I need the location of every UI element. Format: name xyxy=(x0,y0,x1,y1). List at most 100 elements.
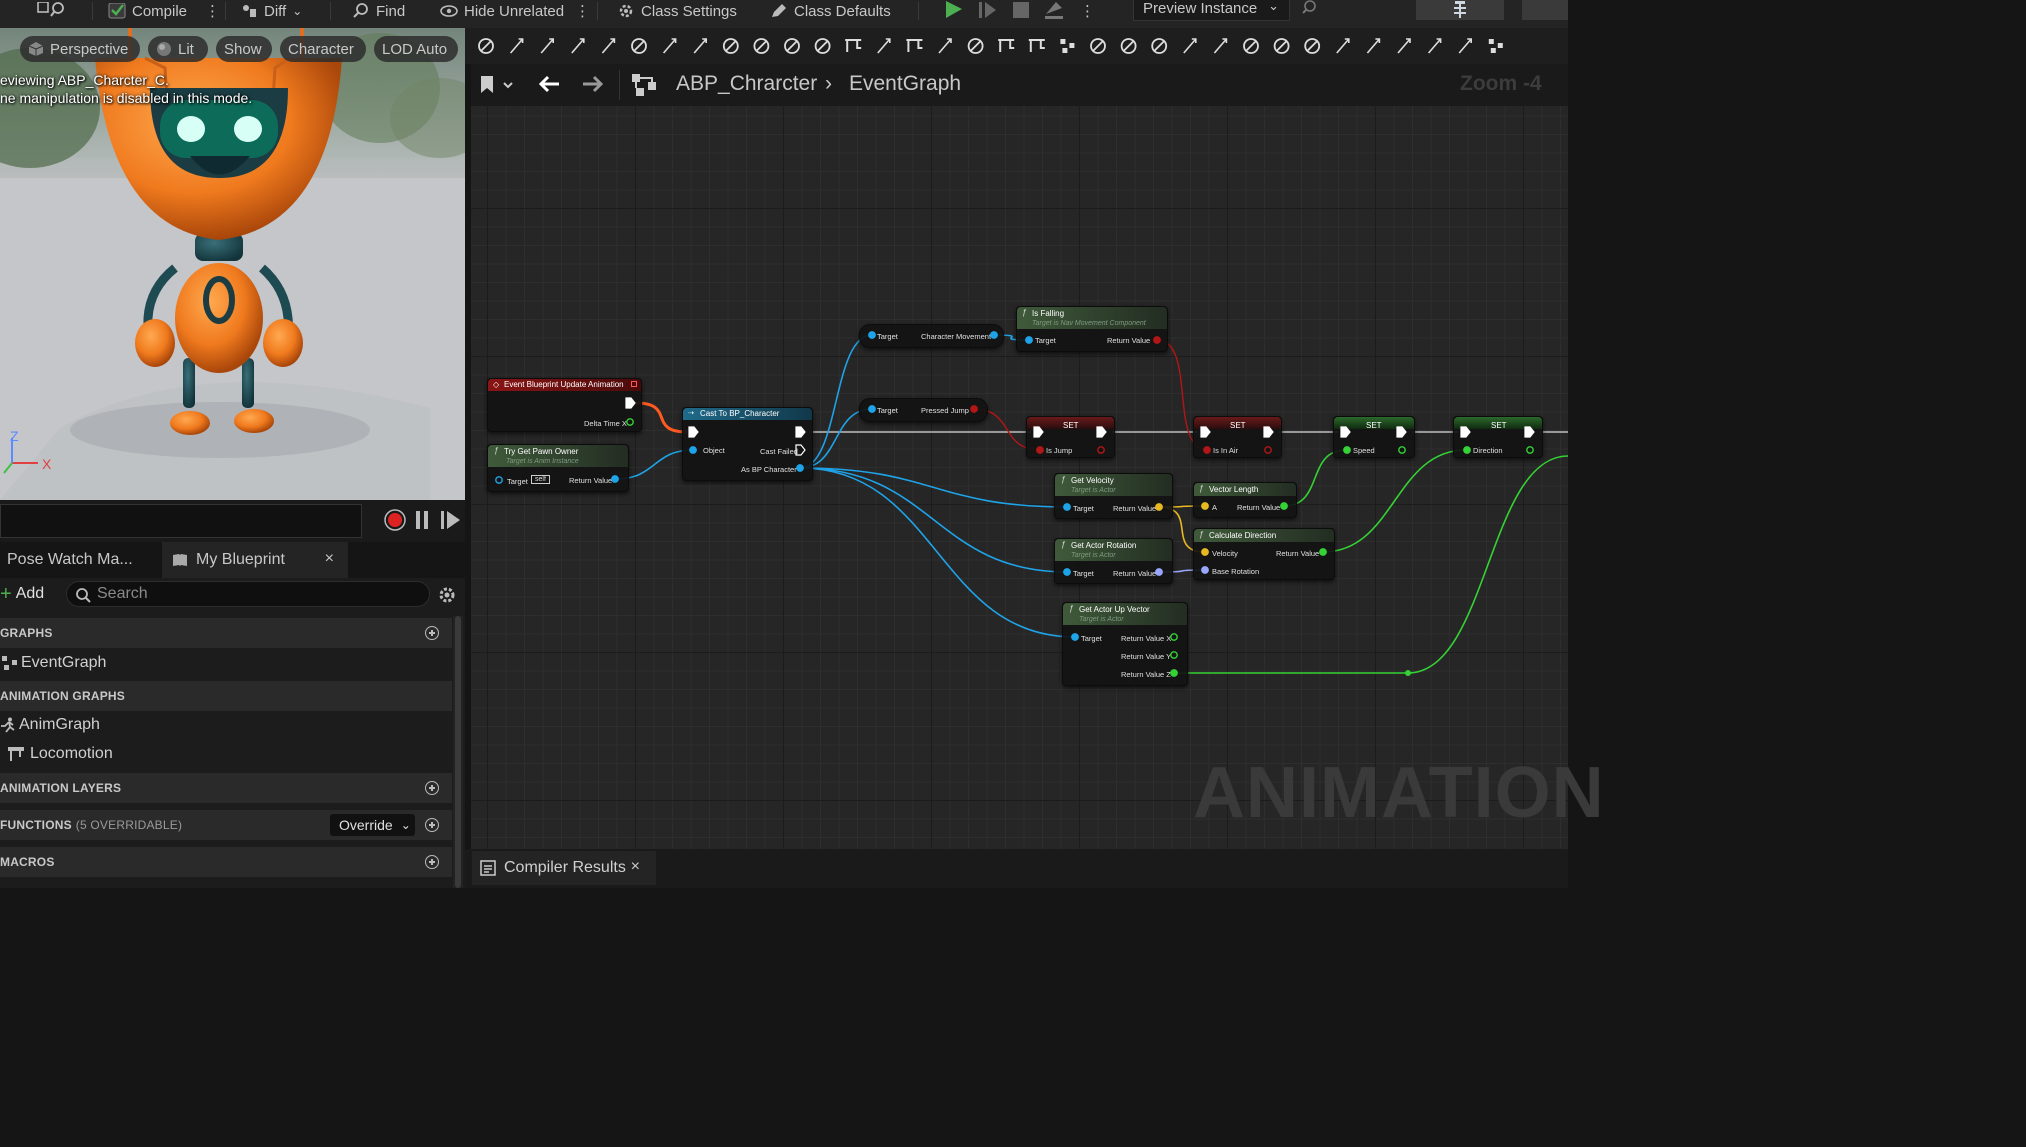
sidebar-item-eventgraph[interactable]: EventGraph xyxy=(0,649,452,677)
palette-icons[interactable] xyxy=(465,28,1568,64)
record-icon[interactable] xyxy=(384,509,406,531)
node-set-direction[interactable]: SET Direction xyxy=(1453,416,1543,458)
hide-unrelated-button[interactable]: Hide Unrelated xyxy=(440,0,564,22)
class-settings-button[interactable]: Class Settings xyxy=(617,0,737,22)
tab-pose-watch[interactable]: Pose Watch Ma... xyxy=(0,542,162,578)
category-animation-graphs[interactable]: ANIMATION GRAPHS xyxy=(0,681,452,711)
palette-node-icon[interactable] xyxy=(662,38,677,54)
play-icon[interactable] xyxy=(942,0,966,20)
palette-node-icon[interactable] xyxy=(877,38,891,54)
preview-viewport[interactable]: X Z Perspective Lit Show Character LOD A… xyxy=(0,28,465,500)
forward-arrow-icon[interactable] xyxy=(581,74,605,94)
palette-node-icon[interactable] xyxy=(938,38,952,54)
node-try-get-pawn-owner[interactable]: Try Get Pawn Owner Target is Anim Instan… xyxy=(487,444,629,492)
preview-instance-dropdown[interactable]: Preview Instance ⌄ xyxy=(1133,0,1290,21)
palette-node-icon[interactable] xyxy=(998,39,1015,52)
add-layer-icon[interactable] xyxy=(425,781,439,795)
play-options-icon[interactable]: ⋮ xyxy=(1080,0,1095,22)
palette-node-icon[interactable] xyxy=(1060,39,1075,53)
palette-node-icon[interactable] xyxy=(1336,38,1350,54)
palette-node-icon[interactable] xyxy=(1151,38,1168,54)
palette-node-icon[interactable] xyxy=(1304,38,1321,54)
node-get-character-movement[interactable]: Target Character Movement xyxy=(859,324,1004,348)
back-arrow-icon[interactable] xyxy=(537,74,561,94)
step-forward-icon[interactable] xyxy=(976,0,1000,20)
palette-node-icon[interactable] xyxy=(478,38,494,54)
node-get-pressed-jump[interactable]: Target Pressed Jump xyxy=(859,398,988,422)
browse-button[interactable] xyxy=(36,0,66,22)
palette-node-icon[interactable] xyxy=(1183,38,1197,54)
palette-node-icon[interactable] xyxy=(1397,38,1411,54)
palette-node-icon[interactable] xyxy=(1090,38,1106,54)
delegate-pin-icon[interactable] xyxy=(631,381,637,387)
palette-node-icon[interactable] xyxy=(1028,39,1045,52)
timeline-scrubber[interactable] xyxy=(0,504,362,538)
node-set-speed[interactable]: SET Speed xyxy=(1333,416,1415,458)
pause-icon[interactable] xyxy=(414,510,432,530)
override-dropdown[interactable]: Override ⌄ xyxy=(330,814,415,836)
node-event-update-animation[interactable]: Event Blueprint Update Animation ◇ Delta… xyxy=(487,378,642,432)
event-graph-canvas[interactable]: Event Blueprint Update Animation ◇ Delta… xyxy=(471,64,1568,849)
eject-icon[interactable] xyxy=(1042,0,1066,20)
node-is-falling[interactable]: Is Falling Target is Nav Movement Compon… xyxy=(1016,306,1168,352)
scrollbar-thumb[interactable] xyxy=(455,616,461,888)
step-play-icon[interactable] xyxy=(440,510,462,530)
palette-node-icon[interactable] xyxy=(1213,38,1228,54)
node-vector-length[interactable]: Vector Length ƒ A Return Value xyxy=(1193,482,1297,518)
palette-node-icon[interactable] xyxy=(693,38,707,54)
sidebar-item-locomotion[interactable]: Locomotion xyxy=(0,740,452,768)
palette-node-icon[interactable] xyxy=(601,38,616,54)
add-function-icon[interactable] xyxy=(425,818,439,832)
palette-node-icon[interactable] xyxy=(1488,39,1503,53)
close-tab-icon[interactable]: × xyxy=(325,550,334,568)
palette-node-icon[interactable] xyxy=(814,38,831,54)
palette-node-icon[interactable] xyxy=(509,38,524,54)
node-cast-to-bp-character[interactable]: Cast To BP_Character ⇢ Object Cast Faile… xyxy=(682,407,813,481)
palette-node-icon[interactable] xyxy=(784,38,800,54)
category-graphs[interactable]: GRAPHS xyxy=(0,618,452,648)
node-get-actor-rotation[interactable]: Get Actor Rotation Target is Actor ƒ Tar… xyxy=(1054,538,1173,584)
palette-node-icon[interactable] xyxy=(722,38,739,54)
palette-node-icon[interactable] xyxy=(1427,38,1442,54)
breadcrumb-root[interactable]: ABP_Chrarcter xyxy=(676,72,817,96)
show-button[interactable]: Show xyxy=(216,36,272,62)
graph-scrollbar[interactable] xyxy=(1555,64,1568,849)
node-set-is-jump[interactable]: SET Is Jump xyxy=(1026,416,1115,458)
node-get-velocity[interactable]: Get Velocity Target is Actor ƒ Target Re… xyxy=(1054,473,1173,519)
palette-node-icon[interactable] xyxy=(967,38,984,54)
node-get-actor-up-vector[interactable]: Get Actor Up Vector Target is Actor ƒ Ta… xyxy=(1062,602,1188,686)
tab-my-blueprint[interactable]: My Blueprint × xyxy=(162,542,348,578)
diff-button[interactable]: Diff ⌄ xyxy=(240,0,302,22)
add-macro-icon[interactable] xyxy=(425,855,439,869)
hide-unrelated-options-icon[interactable]: ⋮ xyxy=(575,0,590,22)
category-macros[interactable]: MACROS xyxy=(0,847,452,877)
graph-mode-button[interactable] xyxy=(1522,0,1568,20)
compile-button[interactable]: Compile xyxy=(108,0,187,22)
tab-compiler-results[interactable]: Compiler Results × xyxy=(472,851,656,885)
bookmark-icon[interactable] xyxy=(479,75,517,95)
sidebar-item-animgraph[interactable]: AnimGraph xyxy=(0,711,452,739)
palette-node-icon[interactable] xyxy=(1273,38,1290,54)
settings-gear-icon[interactable] xyxy=(438,586,456,604)
compile-options-icon[interactable]: ⋮ xyxy=(205,0,220,22)
stop-icon[interactable] xyxy=(1009,0,1033,20)
palette-node-icon[interactable] xyxy=(540,38,554,54)
class-defaults-button[interactable]: Class Defaults xyxy=(770,0,891,22)
search-input[interactable]: Search xyxy=(66,581,430,607)
perspective-button[interactable]: Perspective xyxy=(20,36,140,62)
palette-node-icon[interactable] xyxy=(571,38,585,54)
lod-button[interactable]: LOD Auto xyxy=(374,36,458,62)
category-animation-layers[interactable]: ANIMATION LAYERS xyxy=(0,773,452,803)
palette-node-icon[interactable] xyxy=(631,38,647,54)
close-tab-icon[interactable]: × xyxy=(631,858,640,876)
palette-node-icon[interactable] xyxy=(906,39,923,52)
palette-node-icon[interactable] xyxy=(1120,38,1137,54)
self-input[interactable]: self xyxy=(531,475,550,484)
palette-node-icon[interactable] xyxy=(1458,38,1472,54)
palette-node-icon[interactable] xyxy=(1243,38,1259,54)
palette-node-icon[interactable] xyxy=(845,39,862,52)
skeleton-mode-button[interactable] xyxy=(1416,0,1504,20)
panel-scrollbar[interactable] xyxy=(453,616,463,888)
palette-node-icon[interactable] xyxy=(1366,38,1381,54)
node-set-is-in-air[interactable]: SET Is In Air xyxy=(1193,416,1282,458)
